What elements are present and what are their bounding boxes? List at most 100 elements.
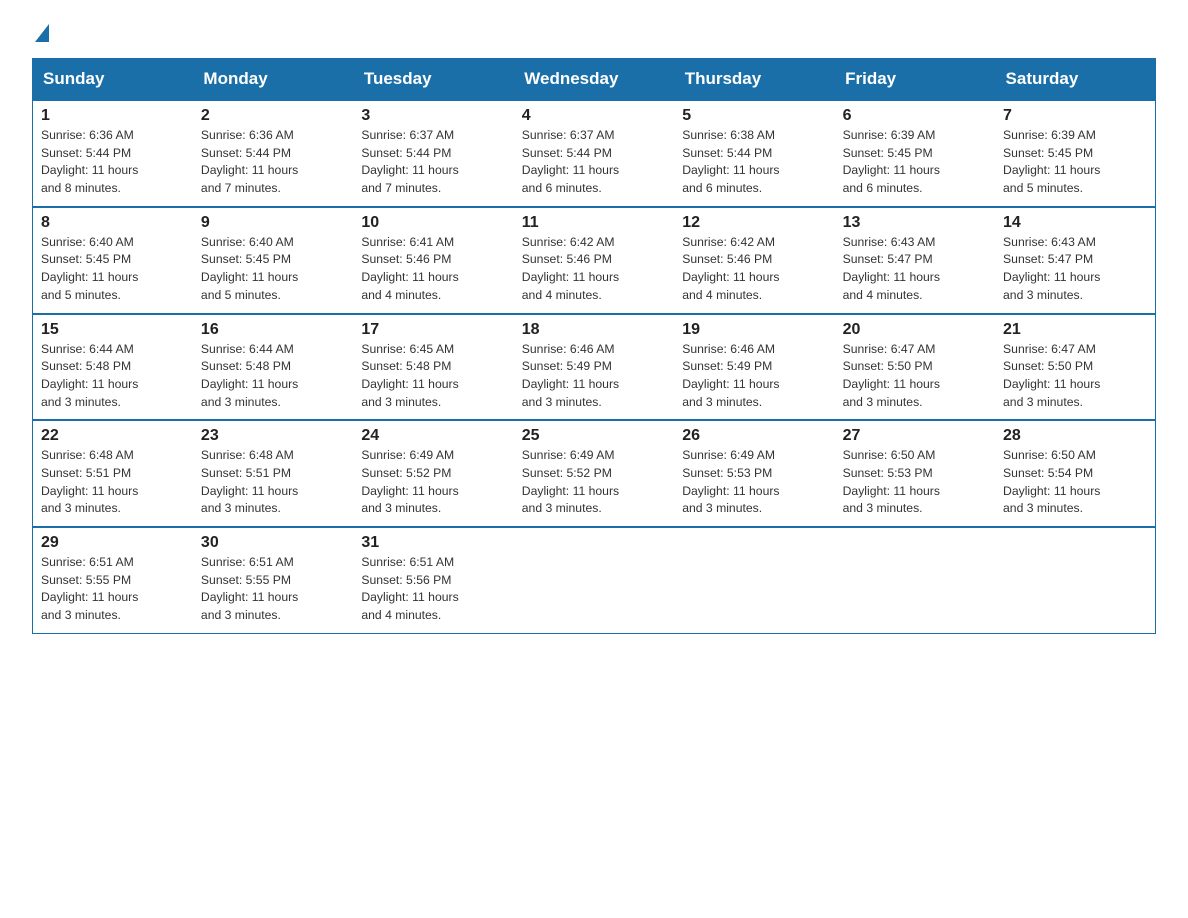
calendar-cell: 31 Sunrise: 6:51 AMSunset: 5:56 PMDayligh… xyxy=(353,527,513,633)
day-info: Sunrise: 6:47 AMSunset: 5:50 PMDaylight:… xyxy=(843,342,940,409)
calendar-cell: 28 Sunrise: 6:50 AMSunset: 5:54 PMDayligh… xyxy=(995,420,1155,527)
day-info: Sunrise: 6:44 AMSunset: 5:48 PMDaylight:… xyxy=(201,342,298,409)
calendar-cell: 20 Sunrise: 6:47 AMSunset: 5:50 PMDayligh… xyxy=(835,314,995,421)
day-info: Sunrise: 6:36 AMSunset: 5:44 PMDaylight:… xyxy=(41,128,138,195)
day-number: 8 xyxy=(41,214,185,232)
day-number: 28 xyxy=(1003,427,1147,445)
calendar-cell xyxy=(674,527,834,633)
day-info: Sunrise: 6:46 AMSunset: 5:49 PMDaylight:… xyxy=(522,342,619,409)
day-header-thursday: Thursday xyxy=(674,59,834,101)
calendar-week-row: 1 Sunrise: 6:36 AMSunset: 5:44 PMDaylight… xyxy=(33,100,1156,207)
calendar-week-row: 15Sunrise: 6:44 AMSunset: 5:48 PMDayligh… xyxy=(33,314,1156,421)
calendar-cell: 16Sunrise: 6:44 AMSunset: 5:48 PMDayligh… xyxy=(193,314,353,421)
calendar-cell: 27 Sunrise: 6:50 AMSunset: 5:53 PMDayligh… xyxy=(835,420,995,527)
day-info: Sunrise: 6:51 AMSunset: 5:55 PMDaylight:… xyxy=(41,555,138,622)
calendar-cell: 23 Sunrise: 6:48 AMSunset: 5:51 PMDayligh… xyxy=(193,420,353,527)
day-header-tuesday: Tuesday xyxy=(353,59,513,101)
calendar-table: SundayMondayTuesdayWednesdayThursdayFrid… xyxy=(32,58,1156,634)
calendar-cell xyxy=(995,527,1155,633)
day-info: Sunrise: 6:41 AMSunset: 5:46 PMDaylight:… xyxy=(361,235,458,302)
day-number: 6 xyxy=(843,107,987,125)
day-info: Sunrise: 6:36 AMSunset: 5:44 PMDaylight:… xyxy=(201,128,298,195)
day-header-saturday: Saturday xyxy=(995,59,1155,101)
day-info: Sunrise: 6:43 AMSunset: 5:47 PMDaylight:… xyxy=(1003,235,1100,302)
day-info: Sunrise: 6:50 AMSunset: 5:53 PMDaylight:… xyxy=(843,448,940,515)
day-info: Sunrise: 6:37 AMSunset: 5:44 PMDaylight:… xyxy=(522,128,619,195)
day-number: 26 xyxy=(682,427,826,445)
day-info: Sunrise: 6:48 AMSunset: 5:51 PMDaylight:… xyxy=(201,448,298,515)
day-info: Sunrise: 6:49 AMSunset: 5:52 PMDaylight:… xyxy=(361,448,458,515)
day-number: 5 xyxy=(682,107,826,125)
day-number: 29 xyxy=(41,534,185,552)
day-number: 3 xyxy=(361,107,505,125)
logo xyxy=(32,24,49,40)
day-number: 31 xyxy=(361,534,505,552)
day-info: Sunrise: 6:46 AMSunset: 5:49 PMDaylight:… xyxy=(682,342,779,409)
day-info: Sunrise: 6:49 AMSunset: 5:53 PMDaylight:… xyxy=(682,448,779,515)
day-number: 20 xyxy=(843,321,987,339)
day-number: 30 xyxy=(201,534,345,552)
day-info: Sunrise: 6:42 AMSunset: 5:46 PMDaylight:… xyxy=(522,235,619,302)
calendar-cell: 24 Sunrise: 6:49 AMSunset: 5:52 PMDayligh… xyxy=(353,420,513,527)
day-info: Sunrise: 6:44 AMSunset: 5:48 PMDaylight:… xyxy=(41,342,138,409)
calendar-cell: 29 Sunrise: 6:51 AMSunset: 5:55 PMDayligh… xyxy=(33,527,193,633)
day-info: Sunrise: 6:48 AMSunset: 5:51 PMDaylight:… xyxy=(41,448,138,515)
calendar-week-row: 22Sunrise: 6:48 AMSunset: 5:51 PMDayligh… xyxy=(33,420,1156,527)
day-info: Sunrise: 6:45 AMSunset: 5:48 PMDaylight:… xyxy=(361,342,458,409)
calendar-cell: 9 Sunrise: 6:40 AMSunset: 5:45 PMDaylight… xyxy=(193,207,353,314)
day-number: 18 xyxy=(522,321,666,339)
day-number: 14 xyxy=(1003,214,1147,232)
calendar-cell: 26 Sunrise: 6:49 AMSunset: 5:53 PMDayligh… xyxy=(674,420,834,527)
day-header-friday: Friday xyxy=(835,59,995,101)
day-info: Sunrise: 6:50 AMSunset: 5:54 PMDaylight:… xyxy=(1003,448,1100,515)
day-header-monday: Monday xyxy=(193,59,353,101)
day-number: 11 xyxy=(522,214,666,232)
day-info: Sunrise: 6:51 AMSunset: 5:56 PMDaylight:… xyxy=(361,555,458,622)
calendar-cell: 6 Sunrise: 6:39 AMSunset: 5:45 PMDaylight… xyxy=(835,100,995,207)
calendar-week-row: 29 Sunrise: 6:51 AMSunset: 5:55 PMDayligh… xyxy=(33,527,1156,633)
day-info: Sunrise: 6:42 AMSunset: 5:46 PMDaylight:… xyxy=(682,235,779,302)
day-info: Sunrise: 6:43 AMSunset: 5:47 PMDaylight:… xyxy=(843,235,940,302)
calendar-cell: 8 Sunrise: 6:40 AMSunset: 5:45 PMDaylight… xyxy=(33,207,193,314)
calendar-cell: 14 Sunrise: 6:43 AMSunset: 5:47 PMDayligh… xyxy=(995,207,1155,314)
calendar-week-row: 8 Sunrise: 6:40 AMSunset: 5:45 PMDaylight… xyxy=(33,207,1156,314)
day-number: 4 xyxy=(522,107,666,125)
day-number: 23 xyxy=(201,427,345,445)
calendar-cell: 7 Sunrise: 6:39 AMSunset: 5:45 PMDaylight… xyxy=(995,100,1155,207)
calendar-cell: 19 Sunrise: 6:46 AMSunset: 5:49 PMDayligh… xyxy=(674,314,834,421)
calendar-cell: 21Sunrise: 6:47 AMSunset: 5:50 PMDayligh… xyxy=(995,314,1155,421)
day-number: 12 xyxy=(682,214,826,232)
day-info: Sunrise: 6:40 AMSunset: 5:45 PMDaylight:… xyxy=(201,235,298,302)
day-number: 27 xyxy=(843,427,987,445)
day-number: 1 xyxy=(41,107,185,125)
day-header-wednesday: Wednesday xyxy=(514,59,674,101)
calendar-cell: 25Sunrise: 6:49 AMSunset: 5:52 PMDayligh… xyxy=(514,420,674,527)
day-info: Sunrise: 6:51 AMSunset: 5:55 PMDaylight:… xyxy=(201,555,298,622)
calendar-cell: 13 Sunrise: 6:43 AMSunset: 5:47 PMDayligh… xyxy=(835,207,995,314)
logo-general xyxy=(32,24,49,40)
calendar-cell: 17Sunrise: 6:45 AMSunset: 5:48 PMDayligh… xyxy=(353,314,513,421)
day-info: Sunrise: 6:39 AMSunset: 5:45 PMDaylight:… xyxy=(843,128,940,195)
calendar-cell: 5 Sunrise: 6:38 AMSunset: 5:44 PMDaylight… xyxy=(674,100,834,207)
day-info: Sunrise: 6:39 AMSunset: 5:45 PMDaylight:… xyxy=(1003,128,1100,195)
calendar-cell: 4 Sunrise: 6:37 AMSunset: 5:44 PMDaylight… xyxy=(514,100,674,207)
calendar-cell xyxy=(514,527,674,633)
calendar-cell: 30 Sunrise: 6:51 AMSunset: 5:55 PMDayligh… xyxy=(193,527,353,633)
day-header-sunday: Sunday xyxy=(33,59,193,101)
day-number: 7 xyxy=(1003,107,1147,125)
calendar-cell: 18 Sunrise: 6:46 AMSunset: 5:49 PMDayligh… xyxy=(514,314,674,421)
calendar-cell: 11 Sunrise: 6:42 AMSunset: 5:46 PMDayligh… xyxy=(514,207,674,314)
day-number: 19 xyxy=(682,321,826,339)
calendar-cell: 2Sunrise: 6:36 AMSunset: 5:44 PMDaylight… xyxy=(193,100,353,207)
day-number: 13 xyxy=(843,214,987,232)
day-info: Sunrise: 6:37 AMSunset: 5:44 PMDaylight:… xyxy=(361,128,458,195)
day-info: Sunrise: 6:49 AMSunset: 5:52 PMDaylight:… xyxy=(522,448,619,515)
day-info: Sunrise: 6:38 AMSunset: 5:44 PMDaylight:… xyxy=(682,128,779,195)
day-number: 24 xyxy=(361,427,505,445)
calendar-cell: 22Sunrise: 6:48 AMSunset: 5:51 PMDayligh… xyxy=(33,420,193,527)
day-info: Sunrise: 6:40 AMSunset: 5:45 PMDaylight:… xyxy=(41,235,138,302)
page-header xyxy=(32,24,1156,40)
day-number: 9 xyxy=(201,214,345,232)
calendar-cell: 15Sunrise: 6:44 AMSunset: 5:48 PMDayligh… xyxy=(33,314,193,421)
day-number: 21 xyxy=(1003,321,1147,339)
